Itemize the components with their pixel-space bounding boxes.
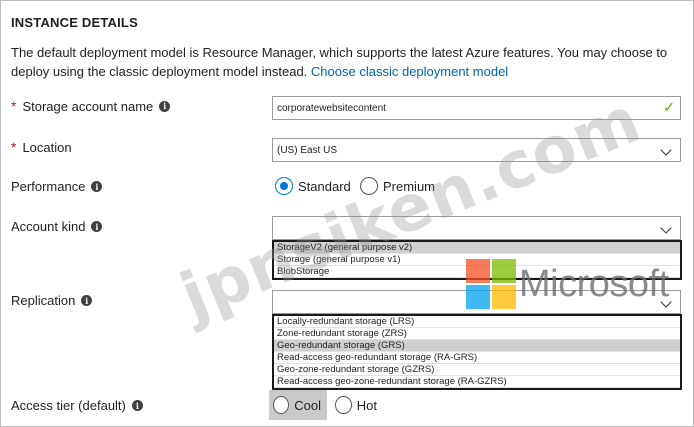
replication-option[interactable]: Geo-redundant storage (GRS) <box>274 340 680 352</box>
radio-unselected[interactable] <box>335 396 352 414</box>
access-tier-cool-option[interactable]: Cool <box>269 390 327 420</box>
performance-label-text: Performance <box>11 179 86 194</box>
radio-selected[interactable] <box>275 177 293 195</box>
access-tier-hot-label: Hot <box>356 397 377 413</box>
storage-account-name-input[interactable]: corporatewebsitecontent ✓ <box>272 96 681 120</box>
replication-option[interactable]: Read-access geo-zone-redundant storage (… <box>274 376 680 388</box>
account-kind-label: Account kind i <box>11 219 103 234</box>
replication-label: Replication i <box>11 293 93 308</box>
location-select[interactable]: (US) East US <box>272 138 681 162</box>
required-asterisk: * <box>11 139 17 155</box>
access-tier-cool-label: Cool <box>294 397 321 413</box>
performance-standard-label: Standard <box>298 178 351 194</box>
storage-account-name-label: * Storage account name i <box>11 98 171 114</box>
location-label-text: Location <box>22 139 72 155</box>
microsoft-logo-icon <box>466 259 516 309</box>
performance-premium-option[interactable]: Premium <box>360 177 435 195</box>
replication-option[interactable]: Zone-redundant storage (ZRS) <box>274 328 680 340</box>
account-kind-label-text: Account kind <box>11 219 86 234</box>
info-icon[interactable]: i <box>159 100 171 112</box>
radio-unselected[interactable] <box>273 396 290 414</box>
info-icon[interactable]: i <box>91 181 103 192</box>
classic-deployment-link[interactable]: Choose classic deployment model <box>311 64 508 79</box>
storage-account-name-label-text: Storage account name <box>22 98 154 114</box>
instance-details-panel: INSTANCE DETAILS The default deployment … <box>0 0 694 427</box>
intro-paragraph: The default deployment model is Resource… <box>11 43 681 81</box>
info-icon[interactable]: i <box>131 400 143 411</box>
replication-label-text: Replication <box>11 293 76 308</box>
access-tier-hot-option[interactable]: Hot <box>331 390 383 420</box>
storage-account-name-value: corporatewebsitecontent <box>277 102 386 114</box>
info-icon[interactable]: i <box>81 295 93 306</box>
replication-option[interactable]: Locally-redundant storage (LRS) <box>274 316 680 328</box>
access-tier-label: Access tier (default) i <box>11 398 143 413</box>
location-label: * Location <box>11 139 72 155</box>
radio-unselected[interactable] <box>360 177 378 195</box>
info-icon[interactable]: i <box>91 221 103 232</box>
microsoft-wordmark: Microsoft <box>519 263 669 305</box>
required-asterisk: * <box>11 98 17 114</box>
replication-option[interactable]: Read-access geo-redundant storage (RA-GR… <box>274 352 680 364</box>
location-value: (US) East US <box>277 144 338 156</box>
replication-dropdown: Locally-redundant storage (LRS) Zone-red… <box>272 314 682 390</box>
access-tier-label-text: Access tier (default) <box>11 398 126 413</box>
performance-standard-option[interactable]: Standard <box>275 177 351 195</box>
section-title: INSTANCE DETAILS <box>11 15 138 30</box>
chevron-down-icon <box>660 144 672 156</box>
performance-premium-label: Premium <box>383 178 436 194</box>
chevron-down-icon <box>660 222 672 234</box>
account-kind-option[interactable]: StorageV2 (general purpose v2) <box>274 242 680 254</box>
account-kind-select[interactable] <box>272 216 681 240</box>
replication-option[interactable]: Geo-zone-redundant storage (GZRS) <box>274 364 680 376</box>
performance-label: Performance i <box>11 179 103 194</box>
valid-check-icon: ✓ <box>663 99 675 115</box>
